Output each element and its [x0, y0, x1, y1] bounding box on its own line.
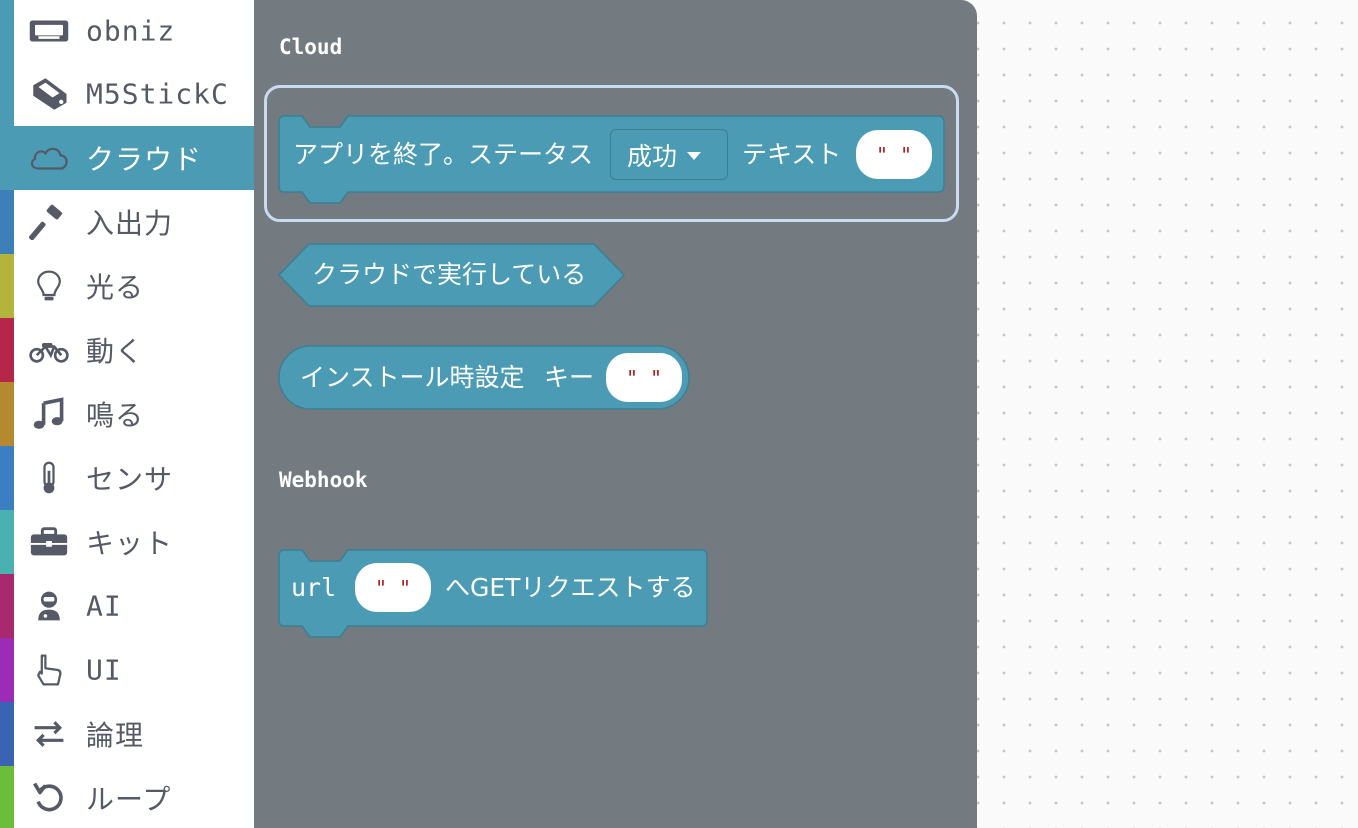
category-label: 入出力 [86, 207, 174, 240]
cloud-icon [26, 138, 72, 178]
category-label: ループ [86, 783, 172, 816]
category-color-stripe [0, 382, 14, 446]
category-label: 論理 [86, 719, 145, 752]
exit-app-label: アプリを終了。ステータス [293, 140, 594, 169]
category-color-stripe [0, 254, 14, 318]
category-color-stripe [0, 190, 14, 254]
category-label: センサ [86, 463, 174, 496]
m5stickc-device-icon [26, 74, 72, 114]
category-obniz[interactable]: obniz [0, 0, 254, 62]
category-color-stripe [0, 510, 14, 574]
toolbox-icon [26, 522, 72, 562]
install-setting-key-label: キー [544, 363, 595, 392]
category-color-stripe [0, 0, 14, 62]
category-label: M5StickC [86, 77, 229, 111]
install-setting-label: インストール時設定 [300, 363, 525, 392]
get-request-url-label: url [291, 573, 337, 602]
robot-icon [26, 586, 72, 626]
category-label: キット [86, 527, 174, 560]
app-root: obniz M5StickC クラウド 入出力 光る 動く 鳴る センサ キット… [0, 0, 1358, 828]
music-note-icon [26, 394, 72, 434]
category-light[interactable]: 光る [0, 254, 254, 318]
section-label-webhook: Webhook [279, 468, 368, 492]
category-color-stripe [0, 62, 14, 126]
category-m5stickc[interactable]: M5StickC [0, 62, 254, 126]
category-io[interactable]: 入出力 [0, 190, 254, 254]
toolbox-sidebar: obniz M5StickC クラウド 入出力 光る 動く 鳴る センサ キット… [0, 0, 254, 828]
category-color-stripe [0, 766, 14, 828]
status-dropdown-value: 成功 [627, 141, 678, 171]
category-label: クラウド [86, 143, 203, 176]
category-ui[interactable]: UI [0, 638, 254, 702]
category-kit[interactable]: キット [0, 510, 254, 574]
category-color-stripe [0, 446, 14, 510]
category-color-stripe [0, 126, 14, 190]
category-move[interactable]: 動く [0, 318, 254, 382]
category-label: UI [86, 653, 122, 687]
category-label: AI [86, 589, 122, 623]
category-color-stripe [0, 702, 14, 766]
thermometer-icon [26, 458, 72, 498]
lightbulb-icon [26, 266, 72, 306]
category-sensor[interactable]: センサ [0, 446, 254, 510]
category-color-stripe [0, 318, 14, 382]
status-dropdown[interactable]: 成功 [610, 129, 728, 180]
motorcycle-icon [26, 330, 72, 370]
running-on-cloud-label: クラウドで実行している [312, 260, 587, 289]
category-cloud[interactable]: クラウド [0, 126, 254, 190]
chevron-down-icon [687, 152, 702, 160]
category-loop[interactable]: ループ [0, 766, 254, 828]
workspace-canvas[interactable] [977, 0, 1358, 828]
exit-app-text-input[interactable]: " " [856, 130, 932, 179]
string-value: " " [374, 575, 412, 600]
category-label: 光る [86, 271, 145, 304]
category-label: 鳴る [86, 399, 145, 432]
category-label: 動く [86, 335, 145, 368]
exit-app-text-label: テキスト [742, 140, 842, 169]
get-request-label: へGETリクエストする [445, 573, 696, 602]
section-label-cloud: Cloud [279, 35, 343, 59]
hammer-icon [26, 202, 72, 242]
string-value: " " [875, 142, 913, 167]
string-value: " " [625, 365, 663, 390]
loop-arrow-icon [26, 778, 72, 818]
obniz-board-icon [26, 11, 72, 51]
category-sound[interactable]: 鳴る [0, 382, 254, 446]
install-setting-key-input[interactable]: " " [606, 353, 682, 402]
pointer-hand-icon [26, 650, 72, 690]
category-logic[interactable]: 論理 [0, 702, 254, 766]
swap-arrows-icon [26, 714, 72, 754]
category-color-stripe [0, 638, 14, 702]
category-label: obniz [86, 14, 176, 48]
get-request-url-input[interactable]: " " [355, 563, 431, 612]
category-ai[interactable]: AI [0, 574, 254, 638]
category-color-stripe [0, 574, 14, 638]
